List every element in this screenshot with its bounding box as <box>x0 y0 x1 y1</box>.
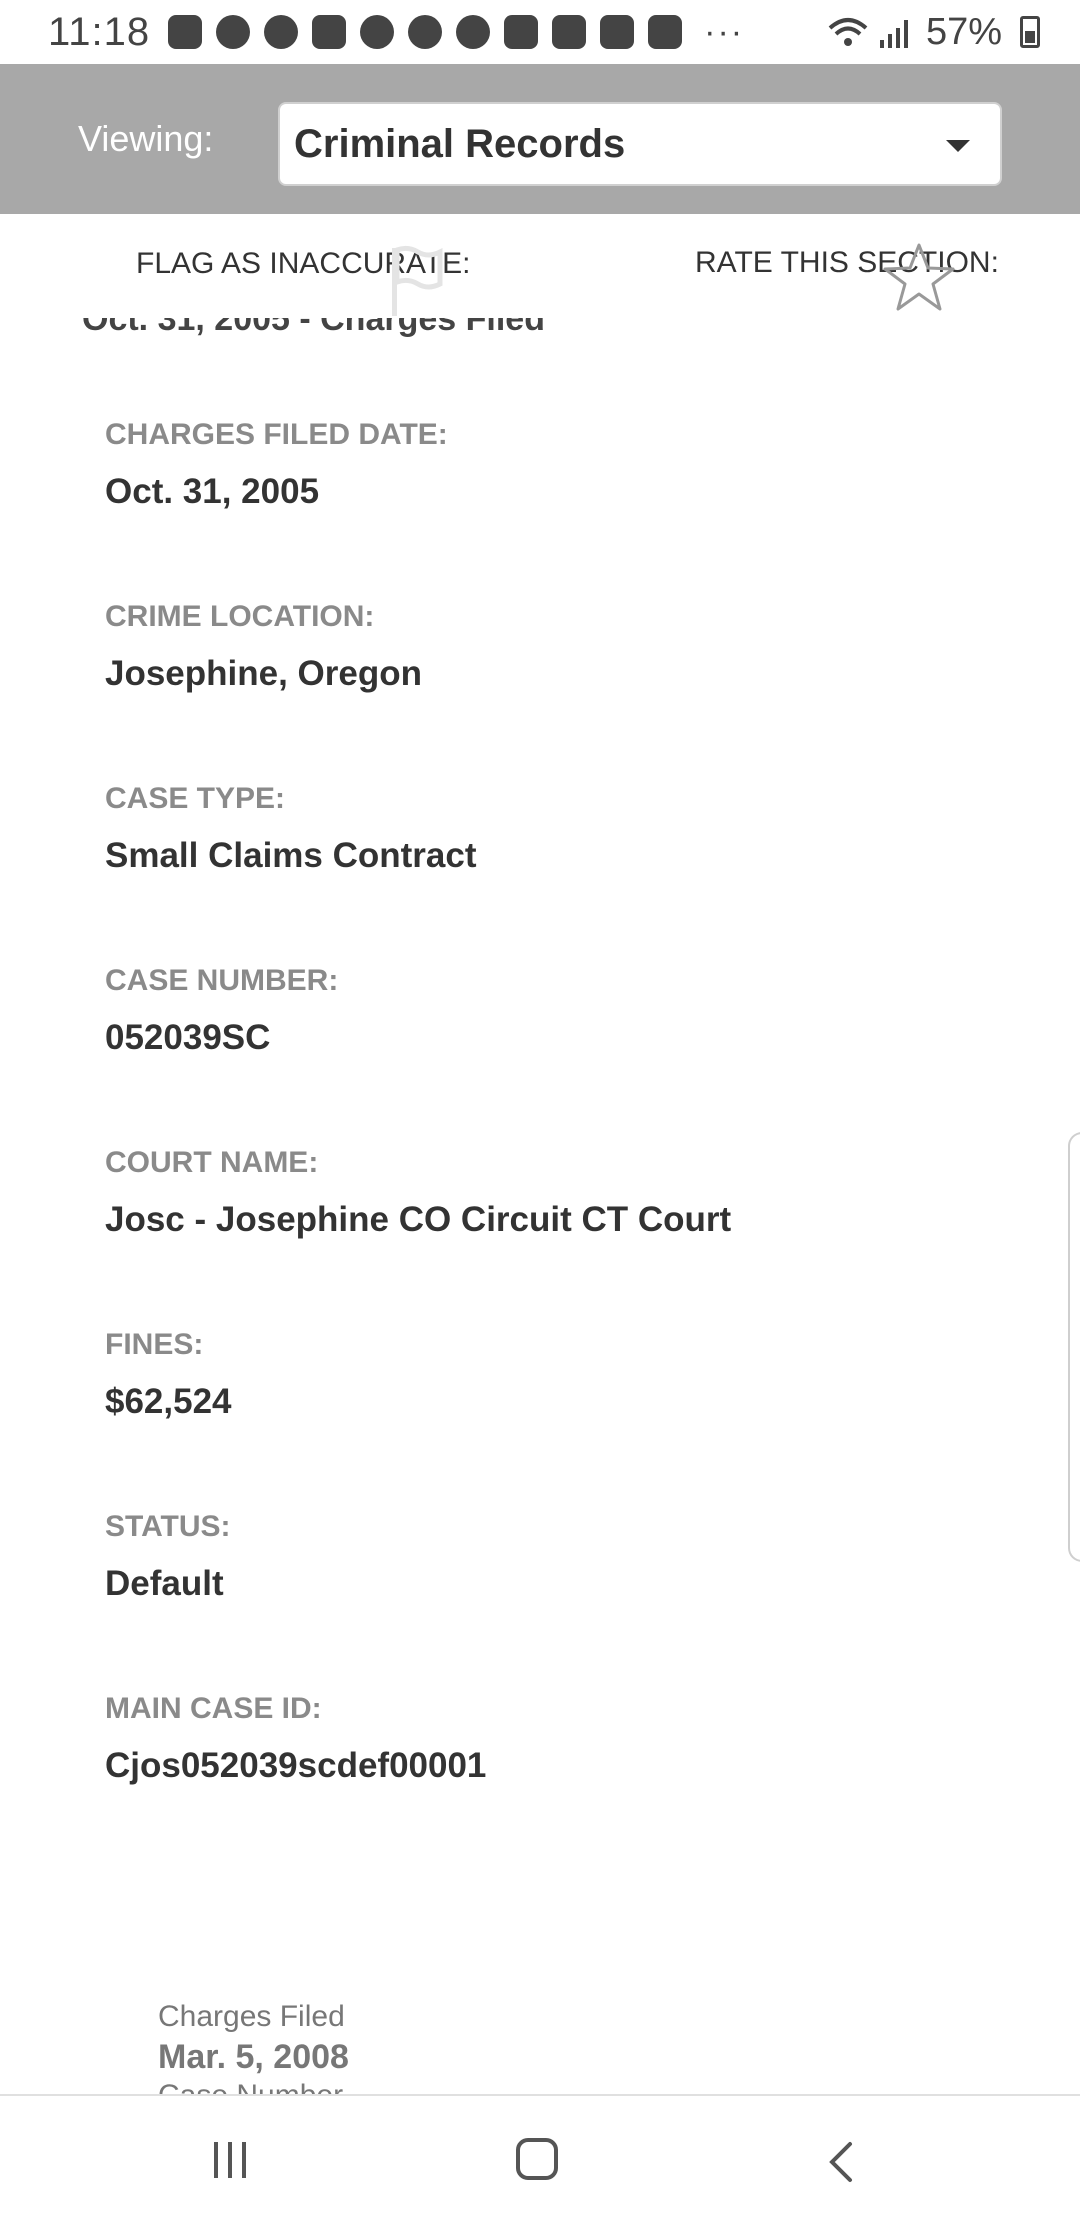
field-fines: FINES: $62,524 <box>105 1310 1005 1492</box>
record-details: CHARGES FILED DATE: Oct. 31, 2005 CRIME … <box>105 400 1005 1856</box>
app-icon <box>312 15 347 49</box>
battery-icon <box>1020 16 1040 48</box>
map-icon <box>600 15 635 49</box>
field-label: CASE NUMBER: <box>105 964 339 997</box>
battery-percent: 57% <box>925 10 1002 53</box>
field-status: STATUS: Default <box>105 1492 1005 1674</box>
viewing-label: Viewing: <box>78 118 214 159</box>
field-label: COURT NAME: <box>105 1146 319 1179</box>
field-value: 052039SC <box>105 1018 271 1057</box>
star-icon[interactable] <box>882 242 956 312</box>
signal-icon <box>879 20 908 48</box>
sync-icon <box>360 15 395 49</box>
chevron-down-icon <box>946 140 970 152</box>
status-bar: 11:18 ··· 57% <box>0 0 1080 64</box>
record-heading: Oct. 31, 2005 - Charges Filed <box>82 318 545 338</box>
field-value: Small Claims Contract <box>105 836 477 875</box>
edge-panel-handle[interactable] <box>1068 1132 1080 1562</box>
section-select-value: Criminal Records <box>294 121 626 166</box>
field-value: Cjos052039scdef00001 <box>105 1746 487 1785</box>
section-select[interactable]: Criminal Records <box>278 102 1002 186</box>
flag-icon[interactable] <box>388 244 444 318</box>
mail-icon <box>504 15 539 49</box>
field-court-name: COURT NAME: Josc - Josephine CO Circuit … <box>105 1128 1005 1310</box>
field-value: Josephine, Oregon <box>105 654 422 693</box>
keyhole-icon <box>552 15 587 49</box>
facebook-icon <box>168 15 203 49</box>
field-case-type: CASE TYPE: Small Claims Contract <box>105 764 1005 946</box>
field-charges-filed-date: CHARGES FILED DATE: Oct. 31, 2005 <box>105 400 1005 582</box>
next-record-date: Mar. 5, 2008 <box>158 2038 349 2076</box>
shield-icon <box>456 15 491 49</box>
field-label: CHARGES FILED DATE: <box>105 418 448 451</box>
system-indicators: 57% <box>828 11 1040 54</box>
section-actions: FLAG AS INACCURATE: RATE THIS SECTION: <box>0 214 1080 326</box>
field-label: STATUS: <box>105 1510 231 1543</box>
home-icon[interactable] <box>516 2138 558 2180</box>
field-value: Default <box>105 1564 224 1603</box>
more-notifications-icon: ··· <box>704 12 745 51</box>
recent-apps-icon[interactable] <box>214 2142 246 2178</box>
field-case-number: CASE NUMBER: 052039SC <box>105 946 1005 1128</box>
field-value: Oct. 31, 2005 <box>105 472 320 511</box>
wifi-icon <box>828 18 868 46</box>
clock: 11:18 <box>48 9 151 54</box>
next-record-kind: Charges Filed <box>158 2000 345 2033</box>
messenger-icon <box>216 15 251 49</box>
map-icon <box>648 15 683 49</box>
field-value: Josc - Josephine CO Circuit CT Court <box>105 1200 732 1239</box>
system-nav-bar <box>0 2094 1080 2220</box>
field-label: CASE TYPE: <box>105 782 286 815</box>
chrome-icon <box>408 15 443 49</box>
field-value: $62,524 <box>105 1382 232 1421</box>
field-label: CRIME LOCATION: <box>105 600 375 633</box>
notification-icons <box>168 15 683 49</box>
viewing-bar: Viewing: Criminal Records <box>0 64 1080 214</box>
field-label: FINES: <box>105 1328 204 1361</box>
next-record-preview[interactable]: Charges Filed Mar. 5, 2008 Case Number <box>158 2000 349 2097</box>
field-main-case-id: MAIN CASE ID: Cjos052039scdef00001 <box>105 1674 1005 1856</box>
back-icon[interactable] <box>826 2140 856 2184</box>
voicemail-icon <box>264 15 299 49</box>
field-label: MAIN CASE ID: <box>105 1692 322 1725</box>
field-crime-location: CRIME LOCATION: Josephine, Oregon <box>105 582 1005 764</box>
